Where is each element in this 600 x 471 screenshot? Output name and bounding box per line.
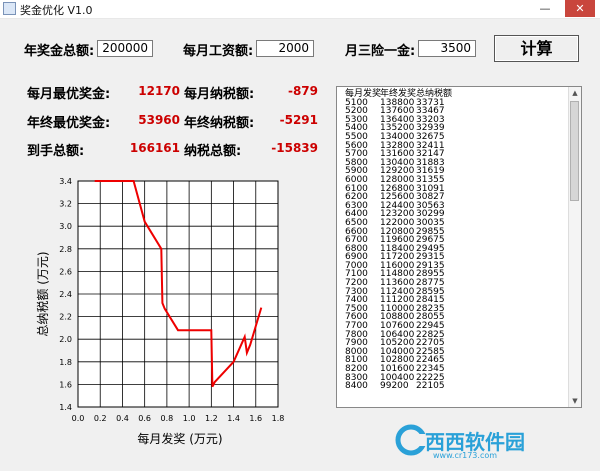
y-axis-label: 总纳税额 (万元) (36, 251, 50, 336)
y-tick-label: 3.4 (59, 177, 72, 186)
y-tick-label: 2.2 (59, 313, 72, 322)
title-bar: 奖金优化 V1.0 — ✕ (0, 0, 600, 19)
monthly-bonus-label: 每月最优奖金: (27, 87, 111, 102)
tax-total-value: -15839 (271, 141, 318, 155)
window-title: 奖金优化 V1.0 (20, 4, 93, 17)
y-tick-label: 1.6 (59, 380, 72, 389)
x-tick-label: 0.4 (116, 414, 129, 423)
net-total-label: 到手总额: (27, 144, 85, 159)
x-tick-label: 0.2 (94, 414, 107, 423)
year-end-bonus-value: 53960 (138, 113, 180, 127)
year-end-tax-label: 年终纳税额: (184, 116, 255, 131)
annual-bonus-label: 年奖金总额: (24, 44, 95, 59)
insurance-label: 月三险一金: (345, 44, 416, 59)
watermark-url: www.cr173.com (433, 451, 498, 460)
x-axis-label: 每月发奖 (万元) (137, 431, 222, 446)
y-tick-label: 1.4 (59, 403, 72, 412)
monthly-tax-label: 每月纳税额: (184, 87, 255, 102)
x-tick-label: 0.0 (72, 414, 85, 423)
x-tick-label: 0.6 (138, 414, 151, 423)
list-cell: 8400 (345, 381, 368, 392)
results-list[interactable]: 每月发奖 年终发奖 总纳税额 5100 138800 33731 5200 137600… (336, 86, 582, 408)
watermark-logo-icon (395, 424, 427, 456)
scroll-up-icon[interactable]: ▲ (569, 87, 581, 99)
y-tick-label: 3.0 (59, 222, 72, 231)
year-end-bonus-label: 年终最优奖金: (27, 116, 111, 131)
calculate-button[interactable]: 计算 (494, 35, 579, 62)
minimize-button[interactable]: — (533, 0, 557, 17)
x-tick-label: 1.2 (205, 414, 218, 423)
x-tick-label: 1.0 (183, 414, 196, 423)
tax-total-label: 纳税总额: (184, 144, 242, 159)
monthly-salary-label: 每月工资额: (183, 44, 254, 59)
list-row[interactable]: 8400 99200 22105 (345, 382, 456, 391)
monthly-salary-input[interactable]: 2000 (256, 40, 314, 57)
monthly-bonus-value: 12170 (138, 84, 180, 98)
y-tick-label: 2.6 (59, 267, 72, 276)
scroll-down-icon[interactable]: ▼ (569, 395, 581, 407)
y-tick-label: 2.0 (59, 335, 72, 344)
list-cell: 99200 (380, 381, 409, 392)
list-cell: 22105 (416, 381, 445, 392)
close-button[interactable]: ✕ (565, 0, 595, 17)
x-tick-label: 1.4 (227, 414, 240, 423)
y-tick-label: 1.8 (59, 358, 72, 367)
scroll-thumb[interactable] (570, 101, 579, 201)
net-total-value: 166161 (129, 141, 180, 155)
y-tick-label: 2.4 (59, 290, 72, 299)
y-tick-label: 2.8 (59, 245, 72, 254)
x-tick-label: 1.8 (272, 414, 285, 423)
x-tick-label: 1.6 (249, 414, 262, 423)
annual-bonus-input[interactable]: 200000 (97, 40, 153, 57)
list-scrollbar[interactable]: ▲ ▼ (568, 87, 581, 407)
tax-chart: 0.0 0.2 0.4 0.6 0.8 1.0 1.2 1.4 1.6 1.8 1.4 1.6 1.8… (36, 177, 285, 446)
app-icon (3, 2, 16, 15)
insurance-input[interactable]: 3500 (418, 40, 476, 57)
year-end-tax-value: -5291 (279, 113, 318, 127)
results-list-content: 每月发奖 年终发奖 总纳税额 5100 138800 33731 5200 137600… (345, 90, 456, 391)
x-tick-label: 0.8 (161, 414, 174, 423)
y-tick-label: 3.2 (59, 200, 72, 209)
monthly-tax-value: -879 (287, 84, 318, 98)
